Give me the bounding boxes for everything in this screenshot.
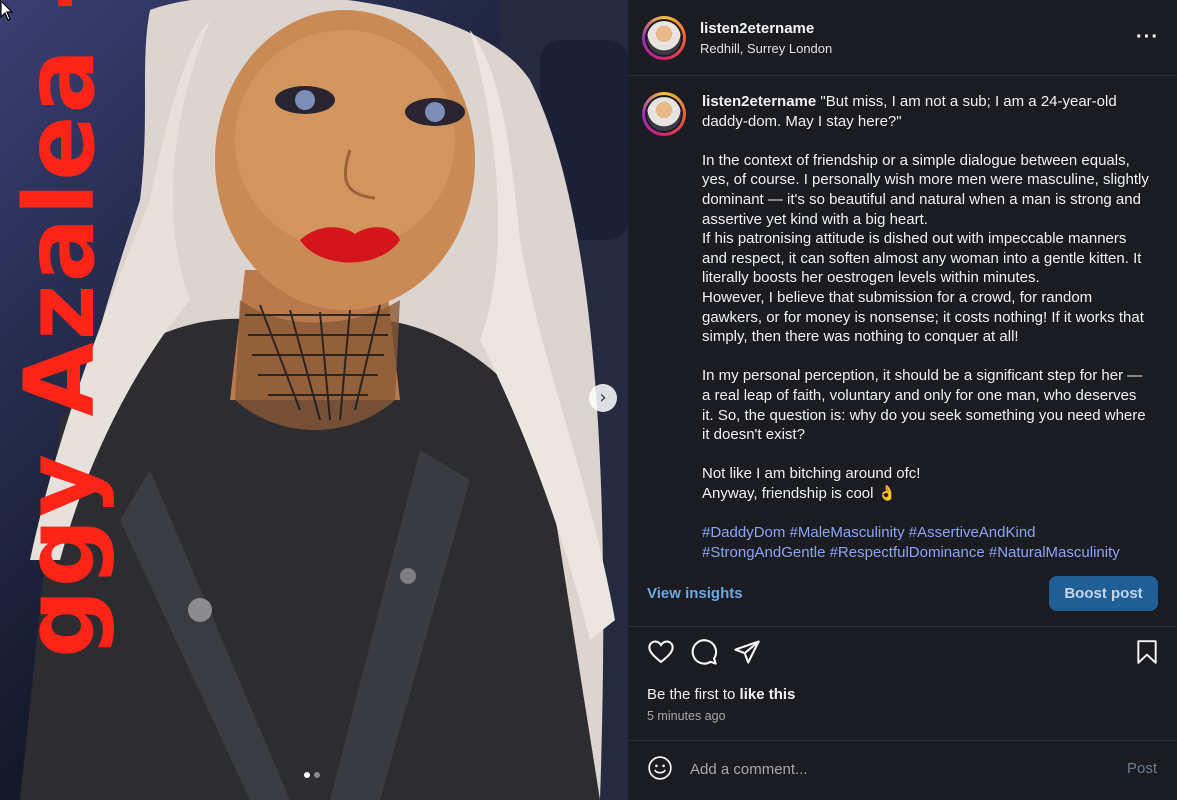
hashtag-link[interactable]: #DaddyDom — [702, 524, 785, 541]
header-username[interactable]: listen2etername — [700, 20, 832, 37]
comment-composer: Post — [628, 740, 1177, 800]
hashtag-link[interactable]: #MaleMasculinity — [790, 524, 905, 541]
hashtag-link[interactable]: #StrongAndGentle — [702, 544, 825, 561]
caption-text: listen2etername "But miss, I am not a su… — [702, 92, 1150, 561]
comment-bubble-icon[interactable] — [690, 638, 718, 666]
carousel-next-button[interactable]: › — [589, 384, 617, 412]
likes-prefix: Be the first to — [647, 686, 736, 703]
heart-icon[interactable] — [647, 638, 675, 666]
hashtag-link[interactable]: #RespectfulDominance — [830, 544, 985, 561]
action-bar — [628, 638, 1177, 670]
bookmark-icon[interactable] — [1134, 638, 1160, 666]
post-media[interactable]: ggy Azalea - Sav › — [0, 0, 628, 800]
caption-username[interactable]: listen2etername — [702, 93, 816, 110]
caption-line: If his patronising attitude is dished ou… — [702, 230, 1142, 287]
avatar[interactable] — [642, 15, 686, 60]
smiley-icon[interactable] — [647, 755, 673, 781]
chevron-right-icon: › — [599, 387, 607, 408]
likes-summary: Be the first to like this — [647, 686, 795, 703]
overlay-caption-text: ggy Azalea - Sav — [4, 0, 116, 658]
caption-avatar[interactable] — [642, 92, 686, 136]
carousel-dot-2 — [314, 772, 320, 778]
more-options-button[interactable]: ··· — [1136, 26, 1159, 49]
mouse-cursor-icon — [0, 0, 14, 21]
boost-post-button[interactable]: Boost post — [1049, 576, 1158, 611]
post-comment-button[interactable]: Post — [1127, 760, 1157, 777]
more-horizontal-icon: ··· — [1136, 26, 1159, 48]
hashtag-list: #DaddyDom #MaleMasculinity #AssertiveAnd… — [702, 523, 1150, 561]
like-this-link[interactable]: like this — [740, 686, 796, 703]
view-insights-link[interactable]: View insights — [647, 585, 743, 602]
header-location[interactable]: Redhill, Surrey London — [700, 41, 832, 56]
caption-line: However, I believe that submission for a… — [702, 288, 1144, 346]
post-timestamp[interactable]: 5 minutes ago — [647, 709, 726, 723]
caption-line: Anyway, friendship is cool 👌 — [702, 484, 897, 502]
hashtag-link[interactable]: #NaturalMasculinity — [989, 544, 1120, 561]
post-details-panel: listen2etername Redhill, Surrey London ·… — [628, 0, 1177, 800]
avatar-image — [647, 97, 681, 131]
hashtag-link[interactable]: #AssertiveAndKind — [909, 524, 1036, 541]
insights-row: View insights Boost post — [628, 574, 1177, 614]
divider — [628, 626, 1177, 627]
carousel-dot-1 — [304, 772, 310, 778]
comment-input[interactable] — [690, 758, 1100, 780]
caption-line: Not like I am bitching around ofc! — [702, 465, 921, 483]
paper-plane-icon[interactable] — [733, 638, 761, 666]
post-header: listen2etername Redhill, Surrey London ·… — [628, 0, 1177, 76]
caption-line: In my personal perception, it should be … — [702, 367, 1146, 444]
caption-line: In the context of friendship or a simple… — [702, 151, 1149, 228]
carousel-indicator — [304, 772, 320, 778]
avatar-image — [647, 20, 681, 55]
caption-scroll-area[interactable]: listen2etername "But miss, I am not a su… — [628, 77, 1177, 561]
